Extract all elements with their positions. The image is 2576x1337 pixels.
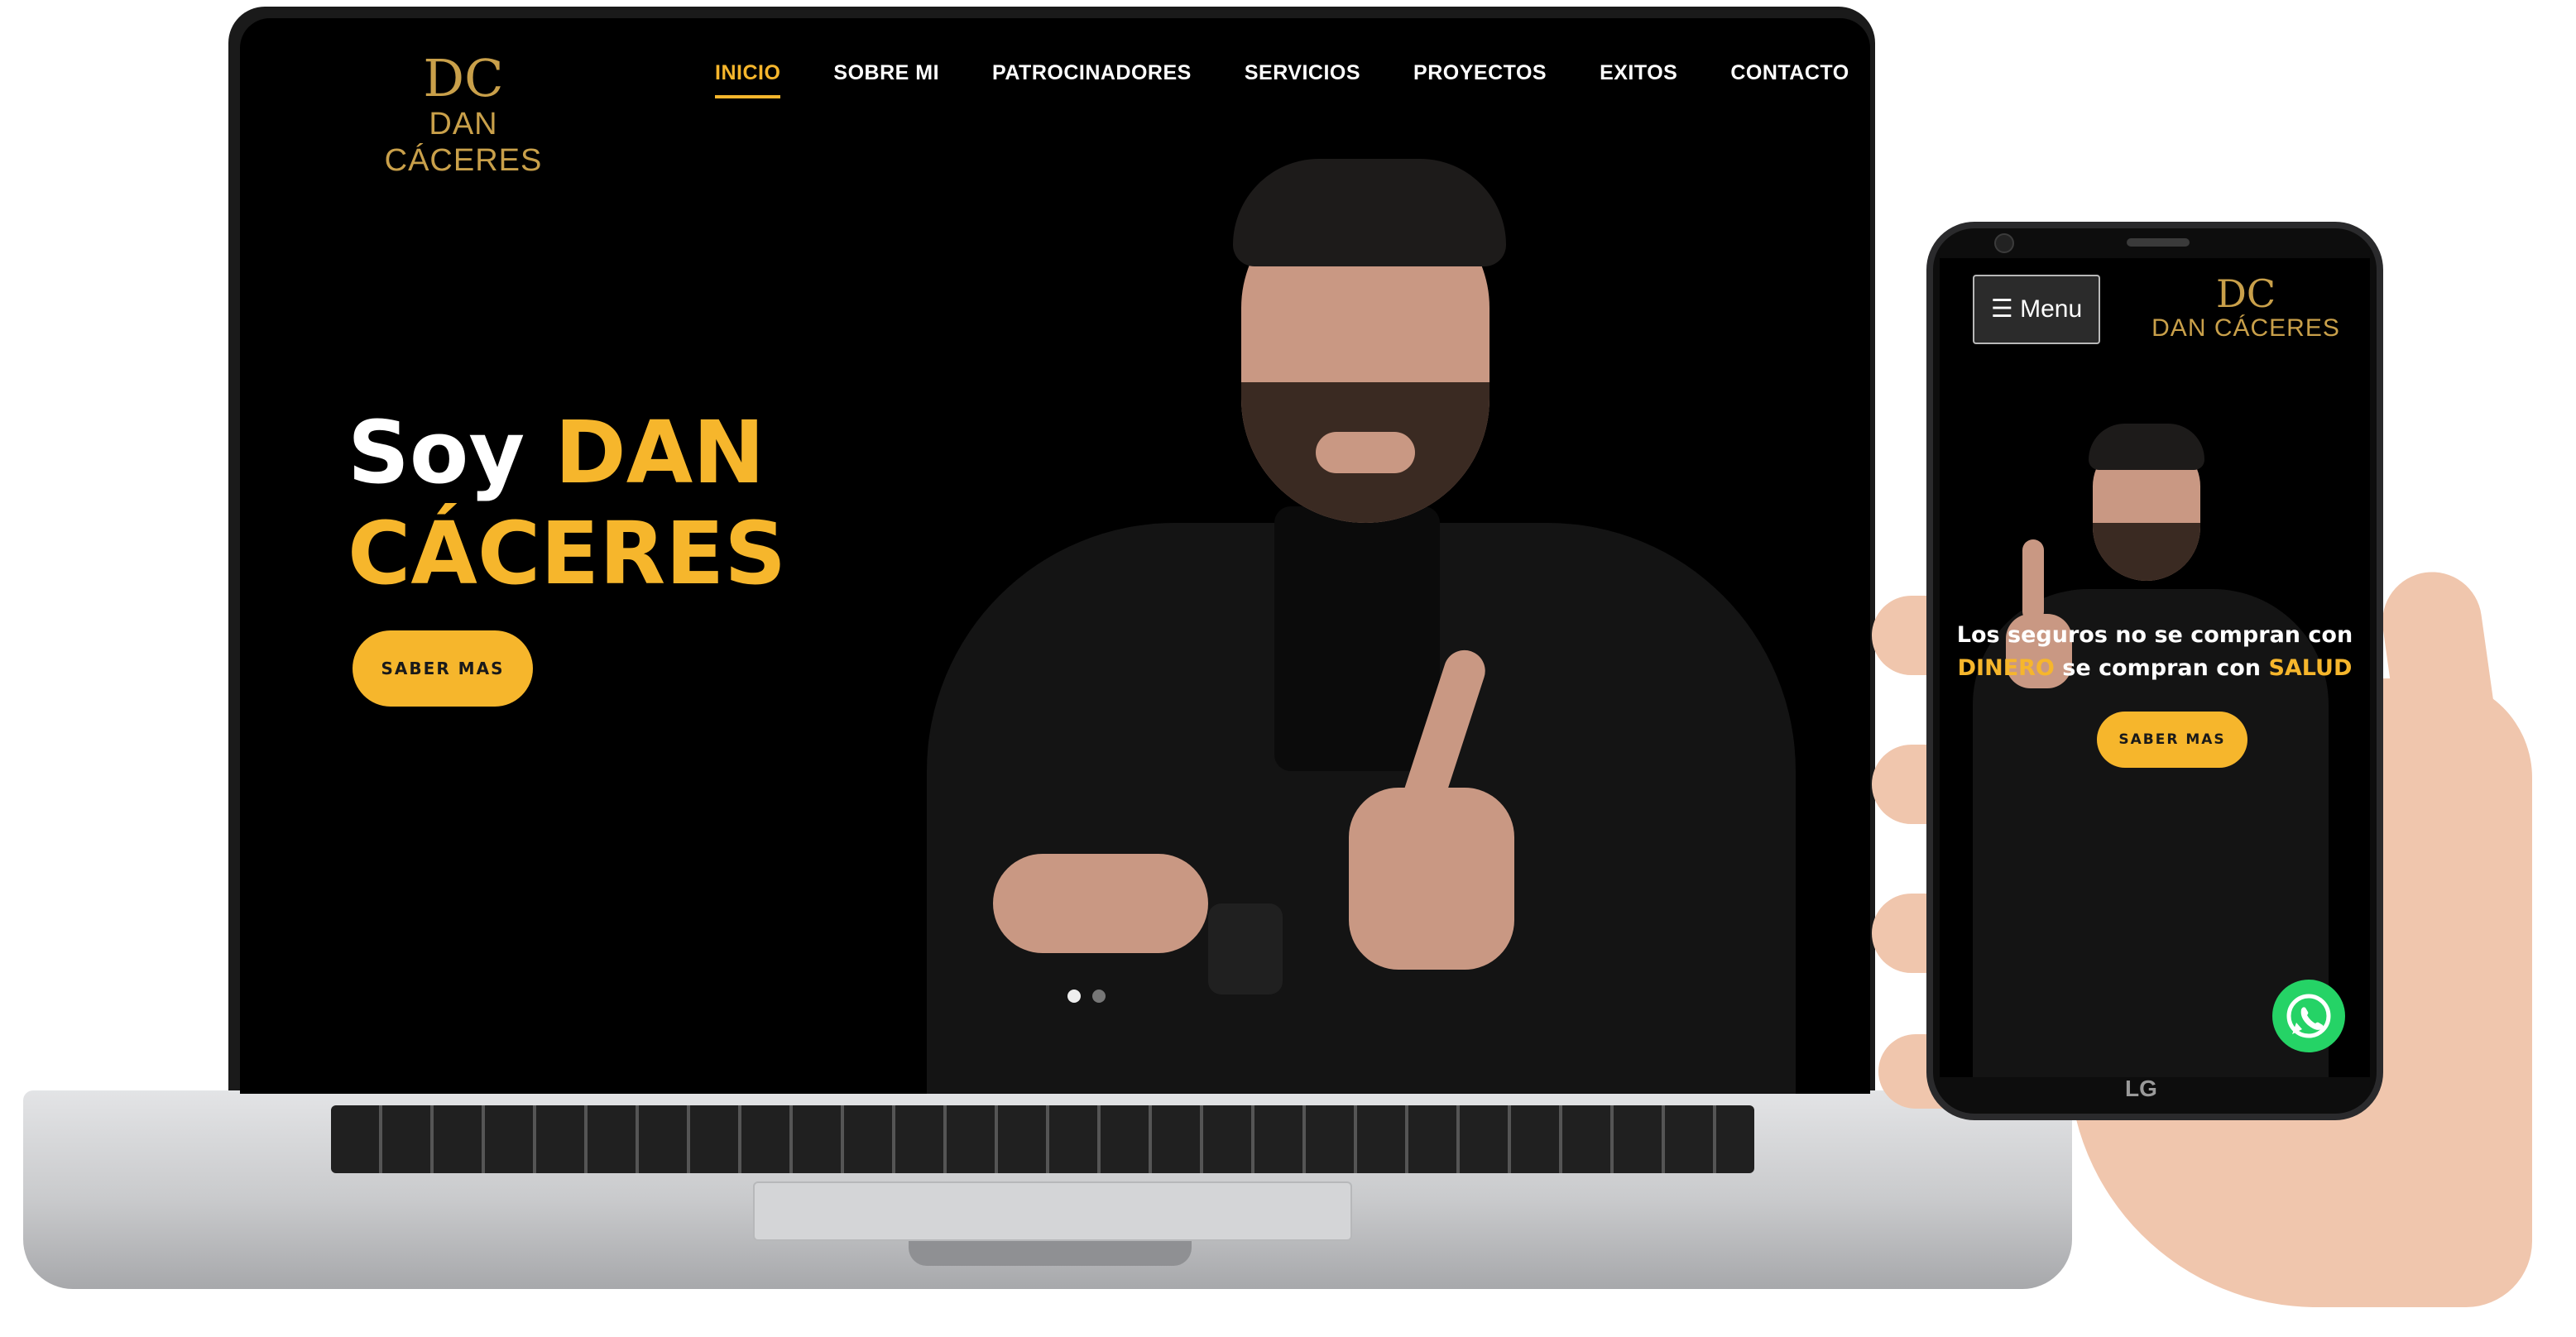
mobile-headline-salud: SALUD bbox=[2268, 655, 2353, 681]
laptop-front-notch bbox=[909, 1241, 1192, 1266]
phone-brand-label: LG bbox=[2125, 1076, 2157, 1101]
saber-mas-button[interactable]: SABER MAS bbox=[353, 630, 533, 707]
hero-person-photo bbox=[927, 109, 1870, 1094]
logo-name: DAN CÁCERES bbox=[384, 107, 543, 178]
nav-item-patrocinadores[interactable]: PATROCINADORES bbox=[992, 61, 1192, 85]
mobile-site-logo[interactable]: DC DAN CÁCERES bbox=[2147, 273, 2345, 343]
nav-item-sobre-mi[interactable]: SOBRE MI bbox=[833, 61, 939, 85]
slider-dot-1[interactable] bbox=[1067, 990, 1081, 1003]
slider-dot-2[interactable] bbox=[1092, 990, 1106, 1003]
nav-item-contacto[interactable]: CONTACTO bbox=[1730, 61, 1849, 85]
hero-title: Soy DAN CÁCERES bbox=[348, 402, 786, 604]
whatsapp-icon bbox=[2286, 994, 2331, 1038]
hero-title-name-1: DAN bbox=[554, 402, 765, 503]
nav-item-servicios[interactable]: SERVICIOS bbox=[1245, 61, 1360, 85]
nav-item-exitos[interactable]: EXITOS bbox=[1600, 61, 1677, 85]
hero-title-name-2: CÁCERES bbox=[348, 503, 787, 604]
nav-item-proyectos[interactable]: PROYECTOS bbox=[1413, 61, 1547, 85]
mobile-saber-mas-button[interactable]: SABER MAS bbox=[2097, 712, 2247, 768]
main-nav: INICIO SOBRE MI PATROCINADORES SERVICIOS… bbox=[715, 61, 1849, 98]
mobile-headline-dinero: DINERO bbox=[1957, 655, 2055, 681]
mobile-logo-name: DAN CÁCERES bbox=[2151, 314, 2340, 342]
whatsapp-button[interactable] bbox=[2272, 980, 2345, 1052]
phone-speaker bbox=[2127, 238, 2190, 247]
site-logo[interactable]: DC DAN CÁCERES bbox=[348, 51, 579, 179]
phone-camera-icon bbox=[1994, 233, 2014, 253]
nav-item-inicio[interactable]: INICIO bbox=[715, 61, 781, 98]
laptop-keyboard bbox=[331, 1105, 1754, 1173]
mobile-headline-mid: se compran con bbox=[2062, 655, 2262, 681]
hero-title-prefix: Soy bbox=[348, 402, 525, 503]
mobile-headline-line1: Los seguros no se compran con bbox=[1956, 622, 2353, 648]
mobile-logo-monogram: DC bbox=[2215, 271, 2276, 316]
mobile-headline: Los seguros no se compran con DINERO se … bbox=[1956, 619, 2353, 685]
slider-dots bbox=[1067, 990, 1106, 1003]
laptop-trackpad bbox=[753, 1181, 1352, 1241]
mobile-menu-button[interactable]: ☰ Menu bbox=[1973, 275, 2100, 344]
desktop-site-screen: DC DAN CÁCERES INICIO SOBRE MI PATROCINA… bbox=[240, 18, 1870, 1094]
logo-monogram: DC bbox=[423, 48, 504, 108]
mobile-site-screen: ☰ Menu DC DAN CÁCERES Los seguros no se … bbox=[1940, 258, 2370, 1077]
